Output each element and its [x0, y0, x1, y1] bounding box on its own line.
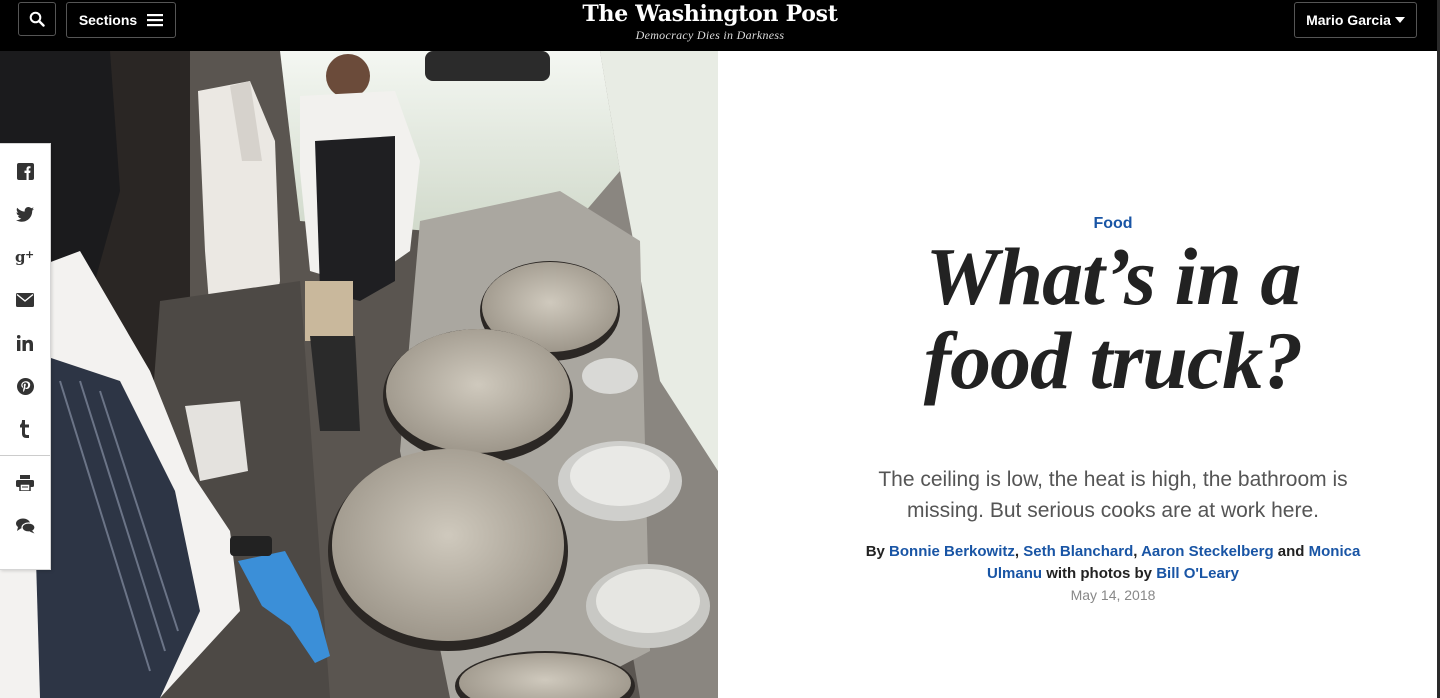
masthead: The Washington Post: [582, 1, 838, 27]
comments-icon: [15, 518, 35, 534]
comments-button[interactable]: [0, 506, 50, 546]
print-icon: [16, 475, 34, 491]
tagline: Democracy Dies in Darkness: [635, 28, 785, 42]
brand-logo[interactable]: The Washington Post Democracy Dies in Da…: [560, 1, 860, 43]
article-header: Food What’s in a food truck? The ceiling…: [719, 51, 1437, 698]
share-facebook-button[interactable]: [0, 151, 50, 191]
share-google-plus-button[interactable]: g +: [0, 237, 50, 277]
share-divider: [0, 455, 50, 456]
author-link[interactable]: Aaron Steckelberg: [1141, 543, 1274, 560]
byline: By Bonnie Berkowitz, Seth Blanchard, Aar…: [865, 543, 1361, 582]
share-email-button[interactable]: [0, 280, 50, 320]
svg-text:+: +: [25, 249, 34, 261]
tumblr-icon: [20, 420, 29, 438]
linkedin-icon: [17, 335, 33, 351]
google-plus-icon: g +: [15, 249, 34, 265]
food-truck-kitchen-photo: [0, 51, 718, 698]
byline-and: and: [1277, 543, 1305, 560]
top-navigation-bar: Sections The Washington Post Democracy D…: [0, 0, 1440, 51]
publish-date: May 14, 2018: [1070, 587, 1156, 603]
hero-photo: [0, 51, 718, 698]
article-dek: The ceiling is low, the heat is high, th…: [878, 468, 1348, 522]
byline-by: By: [865, 543, 885, 560]
sections-menu-button[interactable]: Sections: [66, 2, 176, 38]
twitter-icon: [16, 206, 34, 222]
search-icon: [29, 11, 45, 27]
caret-down-icon: [1394, 17, 1405, 23]
email-icon: [16, 293, 34, 307]
share-pinterest-button[interactable]: [0, 366, 50, 406]
article-headline: What’s in a food truck?: [719, 235, 1440, 403]
share-toolbar: g +: [0, 143, 51, 570]
author-link[interactable]: Bonnie Berkowitz: [889, 543, 1015, 560]
user-name: Mario Garcia: [1306, 12, 1391, 28]
byline-photos-prefix: with photos by: [1046, 565, 1153, 582]
share-tumblr-button[interactable]: [0, 409, 50, 449]
facebook-icon: [16, 162, 34, 180]
share-linkedin-button[interactable]: [0, 323, 50, 363]
print-button[interactable]: [0, 463, 50, 503]
user-account-button[interactable]: Mario Garcia: [1294, 2, 1417, 38]
photographer-link[interactable]: Bill O'Leary: [1156, 565, 1239, 582]
search-button[interactable]: [18, 2, 56, 36]
author-link[interactable]: Seth Blanchard: [1023, 543, 1133, 560]
headline-line-2: food truck?: [923, 315, 1303, 406]
pinterest-icon: [16, 377, 34, 395]
sections-label: Sections: [78, 12, 138, 28]
share-twitter-button[interactable]: [0, 194, 50, 234]
headline-line-1: What’s in a: [925, 231, 1302, 322]
hamburger-icon: [147, 14, 164, 27]
